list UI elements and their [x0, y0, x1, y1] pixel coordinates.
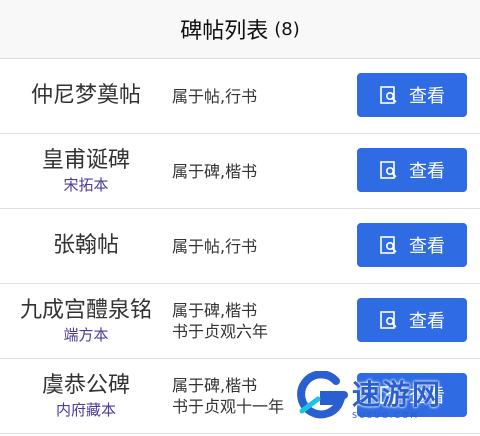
search-document-icon [380, 161, 397, 179]
view-button-label: 查看 [409, 311, 445, 332]
item-name: 仲尼梦奠帖 [30, 83, 141, 108]
search-document-icon [380, 236, 397, 254]
view-button[interactable]: 查看 [357, 223, 467, 267]
item-date: 书于贞观六年 [172, 322, 269, 341]
item-name: 皇甫诞碑 [41, 148, 130, 173]
item-edition: 端方本 [63, 326, 109, 344]
list-item: 张翰帖 属于帖,行书 查看 [0, 209, 480, 284]
list-item: 皇甫诞碑 宋拓本 属于碑,楷书 查看 [0, 134, 480, 209]
watermark-url: SUSUO.COM [352, 410, 420, 420]
search-document-icon [380, 311, 397, 329]
view-button[interactable]: 查看 [357, 73, 467, 117]
item-name: 九成宫醴泉铭 [19, 298, 152, 323]
item-type: 属于帖,行书 [172, 236, 258, 256]
search-document-icon [380, 86, 397, 104]
view-button[interactable]: 查看 [357, 298, 467, 342]
item-name: 张翰帖 [52, 233, 119, 258]
watermark-text: 速游网 [352, 377, 443, 411]
site-watermark: 速游网 SUSUO.COM [296, 370, 476, 422]
item-type: 属于碑,楷书 [172, 161, 258, 181]
item-count: (8) [274, 18, 300, 40]
item-edition: 宋拓本 [63, 176, 109, 194]
view-button-label: 查看 [409, 236, 445, 257]
item-type: 属于碑,楷书 [172, 301, 258, 320]
list-item: 仲尼梦奠帖 属于帖,行书 查看 [0, 59, 480, 134]
item-type: 属于帖,行书 [172, 86, 258, 106]
view-button-label: 查看 [409, 86, 445, 107]
list-item: 九成宫醴泉铭 端方本 属于碑,楷书 书于贞观六年 查看 [0, 284, 480, 359]
item-edition: 内府藏本 [55, 401, 116, 419]
view-button-label: 查看 [409, 161, 445, 182]
page-header: 碑帖列表 (8) [0, 0, 480, 59]
item-name: 虞恭公碑 [41, 373, 130, 398]
g-logo-icon [297, 371, 348, 419]
view-button[interactable]: 查看 [357, 148, 467, 192]
page-title: 碑帖列表 [180, 19, 269, 44]
